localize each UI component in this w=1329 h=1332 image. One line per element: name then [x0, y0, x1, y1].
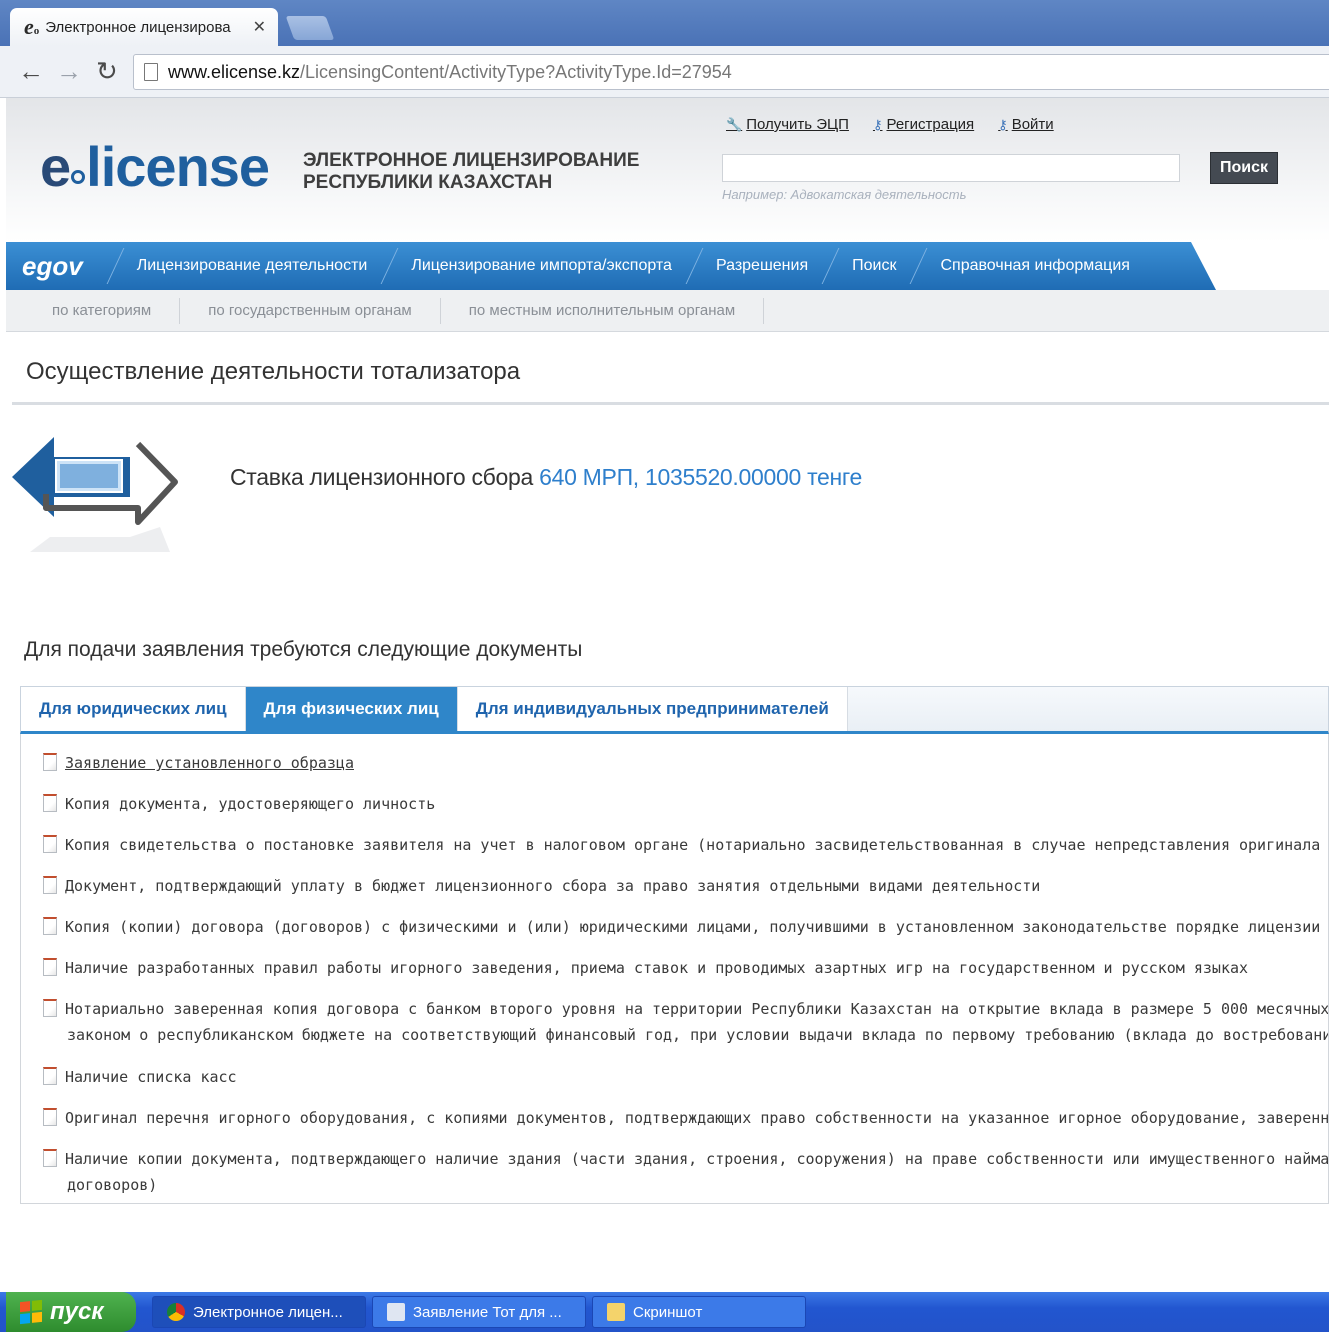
address-bar[interactable]: www.elicense.kz /LicensingContent/Activi… — [133, 54, 1329, 90]
search-input[interactable] — [722, 154, 1180, 182]
get-eds-link[interactable]: 🔧 Получить ЭЦП — [726, 116, 849, 133]
nav-activity-licensing[interactable]: Лицензирование деятельности — [111, 242, 386, 290]
main-nav: egov Лицензирование деятельности Лицензи… — [6, 242, 1216, 290]
document-icon — [43, 835, 57, 853]
tab-legal-entities[interactable]: Для юридических лиц — [21, 687, 246, 731]
nav-reference-info[interactable]: Справочная информация — [914, 242, 1147, 290]
nav-search[interactable]: Поиск — [826, 242, 914, 290]
browser-tab-title: Электронное лицензирова — [45, 18, 231, 36]
browser-tab[interactable]: eo Электронное лицензирова ✕ — [10, 8, 278, 46]
search-button[interactable]: Поиск — [1210, 152, 1278, 184]
reload-icon[interactable]: ↻ — [96, 56, 118, 87]
page-icon — [144, 63, 158, 81]
list-item: Оригинал перечня игорного оборудования, … — [43, 1105, 1328, 1131]
document-icon — [387, 1303, 405, 1321]
logo-dot-icon — [71, 170, 86, 184]
elicense-logo[interactable]: e license — [40, 134, 270, 199]
nav-permits[interactable]: Разрешения — [690, 242, 826, 290]
taskbar: пуск Электронное лицен... Заявление Тот … — [0, 1292, 1329, 1332]
folder-icon — [607, 1303, 625, 1321]
document-icon — [43, 753, 57, 771]
taskbar-item-browser[interactable]: Электронное лицен... — [152, 1296, 366, 1328]
list-item: Копия свидетельства о постановке заявите… — [43, 832, 1328, 858]
applicant-tabs: Для юридических лиц Для физических лиц Д… — [20, 686, 1329, 734]
documents-list: Заявление установленного образца Копия д… — [20, 734, 1329, 1204]
url-path: /LicensingContent/ActivityType?ActivityT… — [300, 61, 732, 82]
license-fee-value: 640 МРП, 1035520.00000 тенге — [539, 464, 863, 490]
document-icon — [43, 999, 57, 1017]
chrome-icon — [167, 1303, 185, 1321]
browser-tab-bar: eo Электронное лицензирова ✕ — [0, 0, 1329, 46]
key-icon: 🔧 — [726, 116, 743, 132]
license-fee: Ставка лицензионного сбора 640 МРП, 1035… — [230, 464, 863, 490]
egov-logo[interactable]: egov — [6, 251, 111, 282]
subnav-by-state-bodies[interactable]: по государственным органам — [180, 297, 441, 324]
windows-logo-icon — [20, 1299, 42, 1325]
start-button[interactable]: пуск — [6, 1292, 136, 1332]
document-icon — [43, 1149, 57, 1167]
document-icon — [43, 958, 57, 976]
key-icon: ⚷ — [872, 116, 883, 132]
new-tab-button[interactable] — [285, 16, 335, 40]
tab-individuals[interactable]: Для физических лиц — [245, 687, 458, 731]
nav-import-export-licensing[interactable]: Лицензирование импорта/экспорта — [385, 242, 690, 290]
forward-arrow-icon[interactable]: → — [56, 56, 82, 87]
sub-nav: по категориям по государственным органам… — [6, 290, 1329, 332]
list-item: Копия (копии) договора (договоров) с физ… — [43, 914, 1320, 940]
close-tab-icon[interactable]: ✕ — [253, 17, 266, 37]
url-host: www.elicense.kz — [168, 61, 301, 82]
login-link[interactable]: ⚷ Войти — [998, 116, 1054, 133]
list-item: Наличие разработанных правил работы игор… — [43, 955, 1248, 981]
list-item: Документ, подтверждающий уплату в бюджет… — [43, 873, 1040, 899]
document-icon — [43, 794, 57, 812]
list-item: Копия документа, удостоверяющего личност… — [43, 791, 435, 817]
top-links: 🔧 Получить ЭЦП ⚷ Регистрация ⚷ Войти — [726, 116, 1054, 133]
document-icon — [43, 917, 57, 935]
subnav-by-local-bodies[interactable]: по местным исполнительным органам — [441, 297, 765, 324]
subnav-by-category[interactable]: по категориям — [34, 297, 181, 324]
search-hint: Например: Адвокатская деятельность — [722, 187, 967, 202]
elicense-favicon-icon: eo — [24, 14, 40, 39]
browser-toolbar: ← → ↻ www.elicense.kz /LicensingContent/… — [0, 46, 1329, 98]
document-icon — [43, 876, 57, 894]
list-item: Наличие копии документа, подтверждающего… — [43, 1146, 1328, 1198]
site-header: e license ЭЛЕКТРОННОЕ ЛИЦЕНЗИРОВАНИЕ РЕСП… — [6, 98, 1329, 242]
list-item: Наличие списка касс — [43, 1064, 237, 1090]
back-arrow-icon[interactable]: ← — [18, 56, 44, 87]
divider — [12, 402, 1329, 405]
document-icon — [43, 1067, 57, 1085]
list-item: Нотариально заверенная копия договора с … — [43, 996, 1328, 1048]
taskbar-item-folder[interactable]: Скриншот — [592, 1296, 806, 1328]
list-item[interactable]: Заявление установленного образца — [43, 750, 354, 776]
license-exchange-icon — [12, 437, 178, 552]
tab-entrepreneurs[interactable]: Для индивидуальных предпринимателей — [457, 687, 848, 731]
register-link[interactable]: ⚷ Регистрация — [873, 116, 974, 133]
site-title: ЭЛЕКТРОННОЕ ЛИЦЕНЗИРОВАНИЕ РЕСПУБЛИКИ КА… — [303, 150, 640, 193]
page-title: Осуществление деятельности тотализатора — [26, 358, 521, 385]
document-icon — [43, 1108, 57, 1126]
key-icon: ⚷ — [998, 116, 1008, 132]
taskbar-item-document[interactable]: Заявление Тот для ... — [372, 1296, 586, 1328]
documents-heading: Для подачи заявления требуются следующие… — [24, 638, 583, 661]
